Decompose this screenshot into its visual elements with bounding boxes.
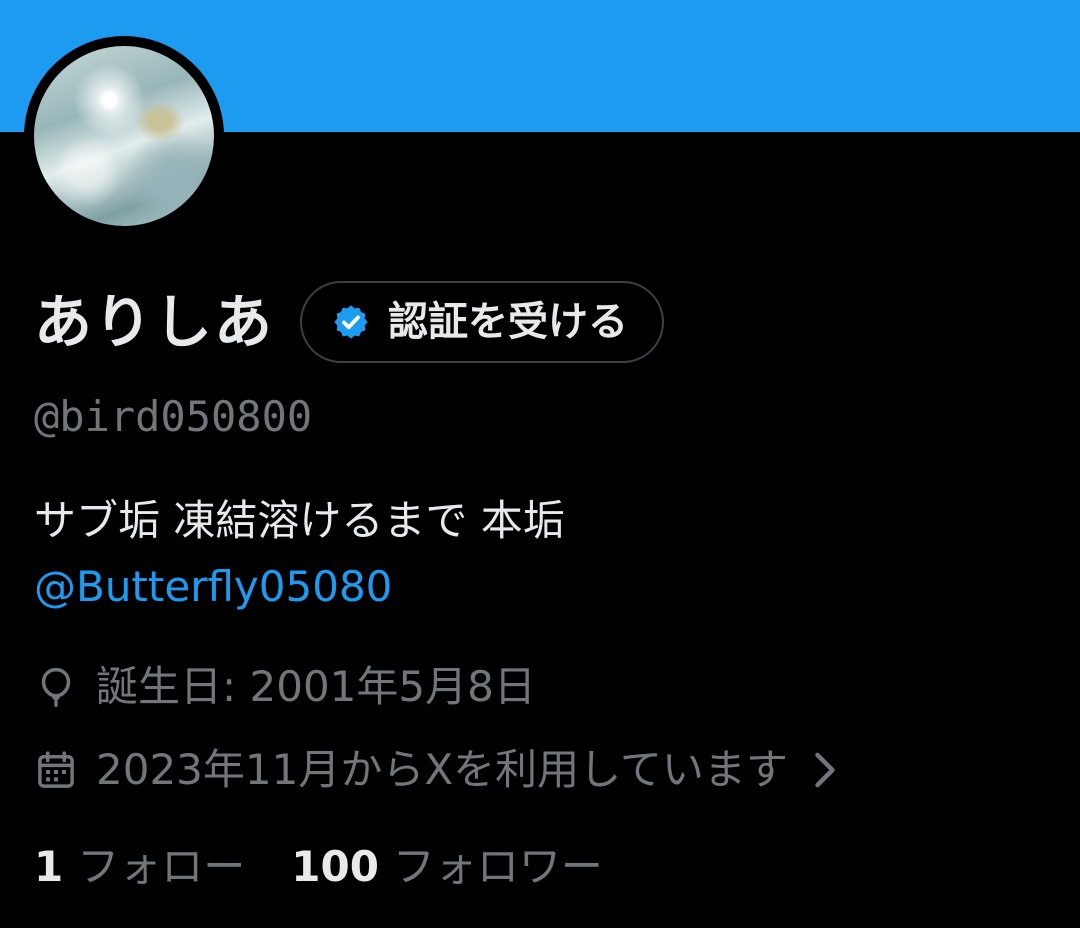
avatar-image [34, 46, 214, 226]
balloon-icon [41, 667, 71, 707]
following-count: 1 [34, 842, 64, 891]
bio-mention-link[interactable]: @Butterfly05080 [34, 566, 392, 608]
display-name: ありしあ [34, 288, 275, 356]
profile-name-row: ありしあ 認証を受ける [34, 272, 665, 372]
profile-bio: サブ垢 凍結溶けるまで 本垢 [34, 496, 565, 545]
get-verified-button[interactable]: 認証を受ける [300, 281, 665, 363]
birthday-text: 誕生日: 2001年5月8日 [96, 662, 536, 711]
birthday-row: 誕生日: 2001年5月8日 [34, 665, 536, 709]
calendar-icon [38, 751, 74, 788]
follow-stats: 1 フォロー 100 フォロワー [34, 846, 603, 888]
avatar[interactable] [24, 36, 224, 236]
followers-link[interactable]: 100 フォロワー [291, 846, 603, 888]
followers-count: 100 [291, 842, 379, 891]
profile-handle: @bird050800 [34, 392, 313, 441]
joined-row[interactable]: 2023年11月からXを利用しています [34, 748, 840, 792]
verified-badge-icon [334, 305, 368, 339]
following-label: フォロー [77, 842, 246, 891]
chevron-right-icon [815, 752, 835, 788]
joined-text: 2023年11月からXを利用しています [96, 745, 788, 794]
following-link[interactable]: 1 フォロー [34, 846, 245, 888]
get-verified-label: 認証を受ける [388, 299, 629, 345]
followers-label: フォロワー [392, 842, 603, 891]
